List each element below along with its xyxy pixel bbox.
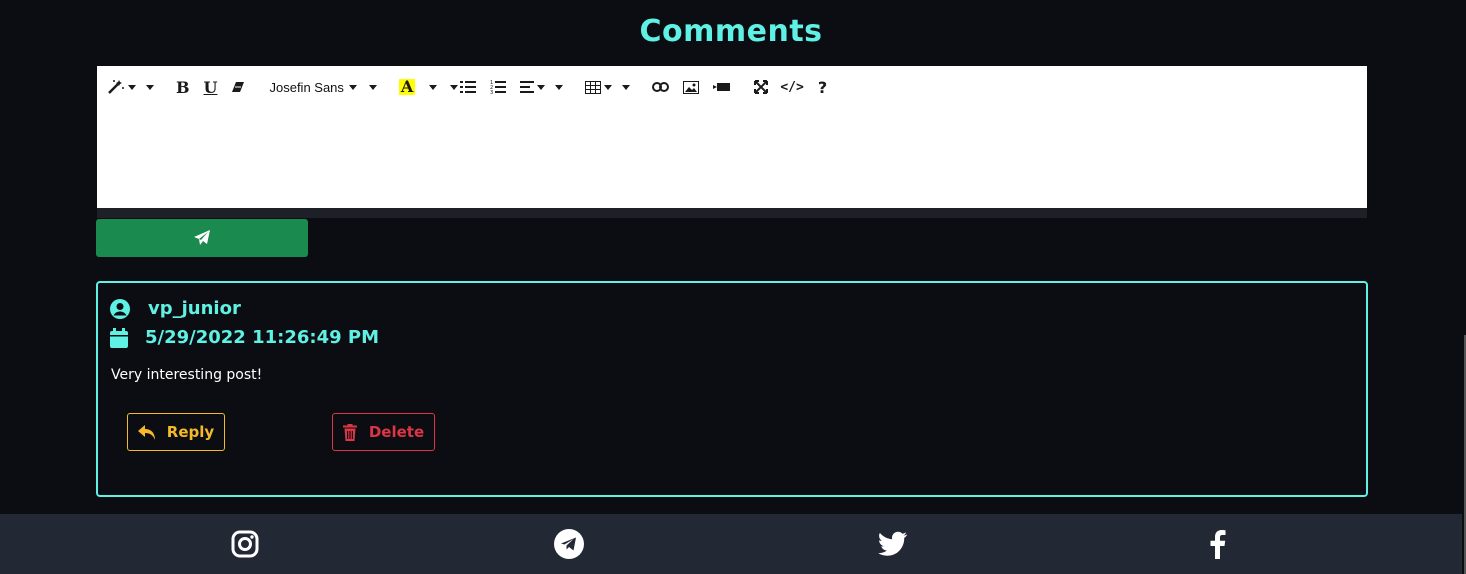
comment-date: 5/29/2022 11:26:49 PM: [145, 327, 379, 348]
telegram-link[interactable]: [553, 528, 585, 560]
color-label: A: [398, 77, 416, 96]
instagram-link[interactable]: [229, 528, 261, 560]
paper-plane-icon: [194, 230, 210, 245]
magic-wand-icon: [108, 80, 124, 94]
fullscreen-icon: [754, 80, 769, 94]
underline-button[interactable]: U: [204, 75, 218, 99]
ordered-list-button[interactable]: 123: [490, 75, 507, 99]
ul-list-icon: [460, 81, 477, 93]
delete-button[interactable]: Delete: [332, 413, 435, 451]
table-dropdown[interactable]: [585, 75, 631, 99]
eraser-icon: [232, 82, 245, 92]
user-circle-icon: [110, 298, 130, 319]
bold-button[interactable]: B: [176, 75, 190, 99]
telegram-icon: [554, 529, 584, 559]
fullscreen-button[interactable]: [754, 75, 769, 99]
page-title: Comments: [639, 14, 823, 49]
reply-button[interactable]: Reply: [127, 413, 225, 451]
instagram-icon: [231, 530, 259, 558]
trash-icon: [342, 423, 357, 441]
style-dropdown[interactable]: [107, 75, 154, 99]
align-left-icon: [520, 81, 535, 93]
video-button[interactable]: [713, 75, 731, 99]
unordered-list-button[interactable]: [447, 75, 477, 99]
facebook-icon: [1210, 530, 1226, 559]
comment-username: vp_junior: [148, 298, 241, 319]
facebook-link[interactable]: [1201, 528, 1233, 560]
video-icon: [713, 83, 731, 91]
svg-text:3: 3: [490, 90, 493, 94]
editor-content-area[interactable]: [97, 108, 1367, 208]
help-button[interactable]: ?: [818, 75, 827, 99]
picture-icon: [683, 80, 700, 94]
table-icon: [585, 80, 602, 94]
font-family-dropdown[interactable]: Josefin Sans: [269, 75, 377, 99]
calendar-icon: [110, 327, 128, 348]
picture-button[interactable]: [683, 75, 700, 99]
font-family-value: Josefin Sans: [269, 79, 344, 95]
ol-list-icon: 123: [490, 80, 507, 94]
clear-format-button[interactable]: [231, 75, 245, 99]
comment-author-row: vp_junior: [110, 298, 241, 319]
link-button[interactable]: [652, 75, 670, 99]
editor-resize-bar[interactable]: [97, 208, 1367, 218]
scrollbar[interactable]: [1462, 0, 1466, 574]
comment-text: Very interesting post!: [111, 367, 263, 383]
twitter-icon: [878, 531, 908, 556]
footer: [0, 514, 1466, 574]
reply-label: Reply: [166, 423, 215, 441]
text-color-button[interactable]: A: [398, 75, 438, 99]
editor-toolbar: B U Josefin Sans A 123 </> ?: [97, 66, 1367, 108]
comment-card: vp_junior 5/29/2022 11:26:49 PM Very int…: [96, 281, 1368, 497]
reply-icon: [137, 424, 155, 440]
link-icon: [652, 82, 670, 92]
comment-date-row: 5/29/2022 11:26:49 PM: [110, 327, 379, 348]
paragraph-dropdown[interactable]: [520, 75, 564, 99]
rich-text-editor[interactable]: B U Josefin Sans A 123 </> ?: [97, 66, 1367, 218]
delete-label: Delete: [368, 423, 425, 441]
send-comment-button[interactable]: [96, 219, 308, 257]
codeview-button[interactable]: </>: [780, 75, 803, 99]
twitter-link[interactable]: [877, 528, 909, 560]
